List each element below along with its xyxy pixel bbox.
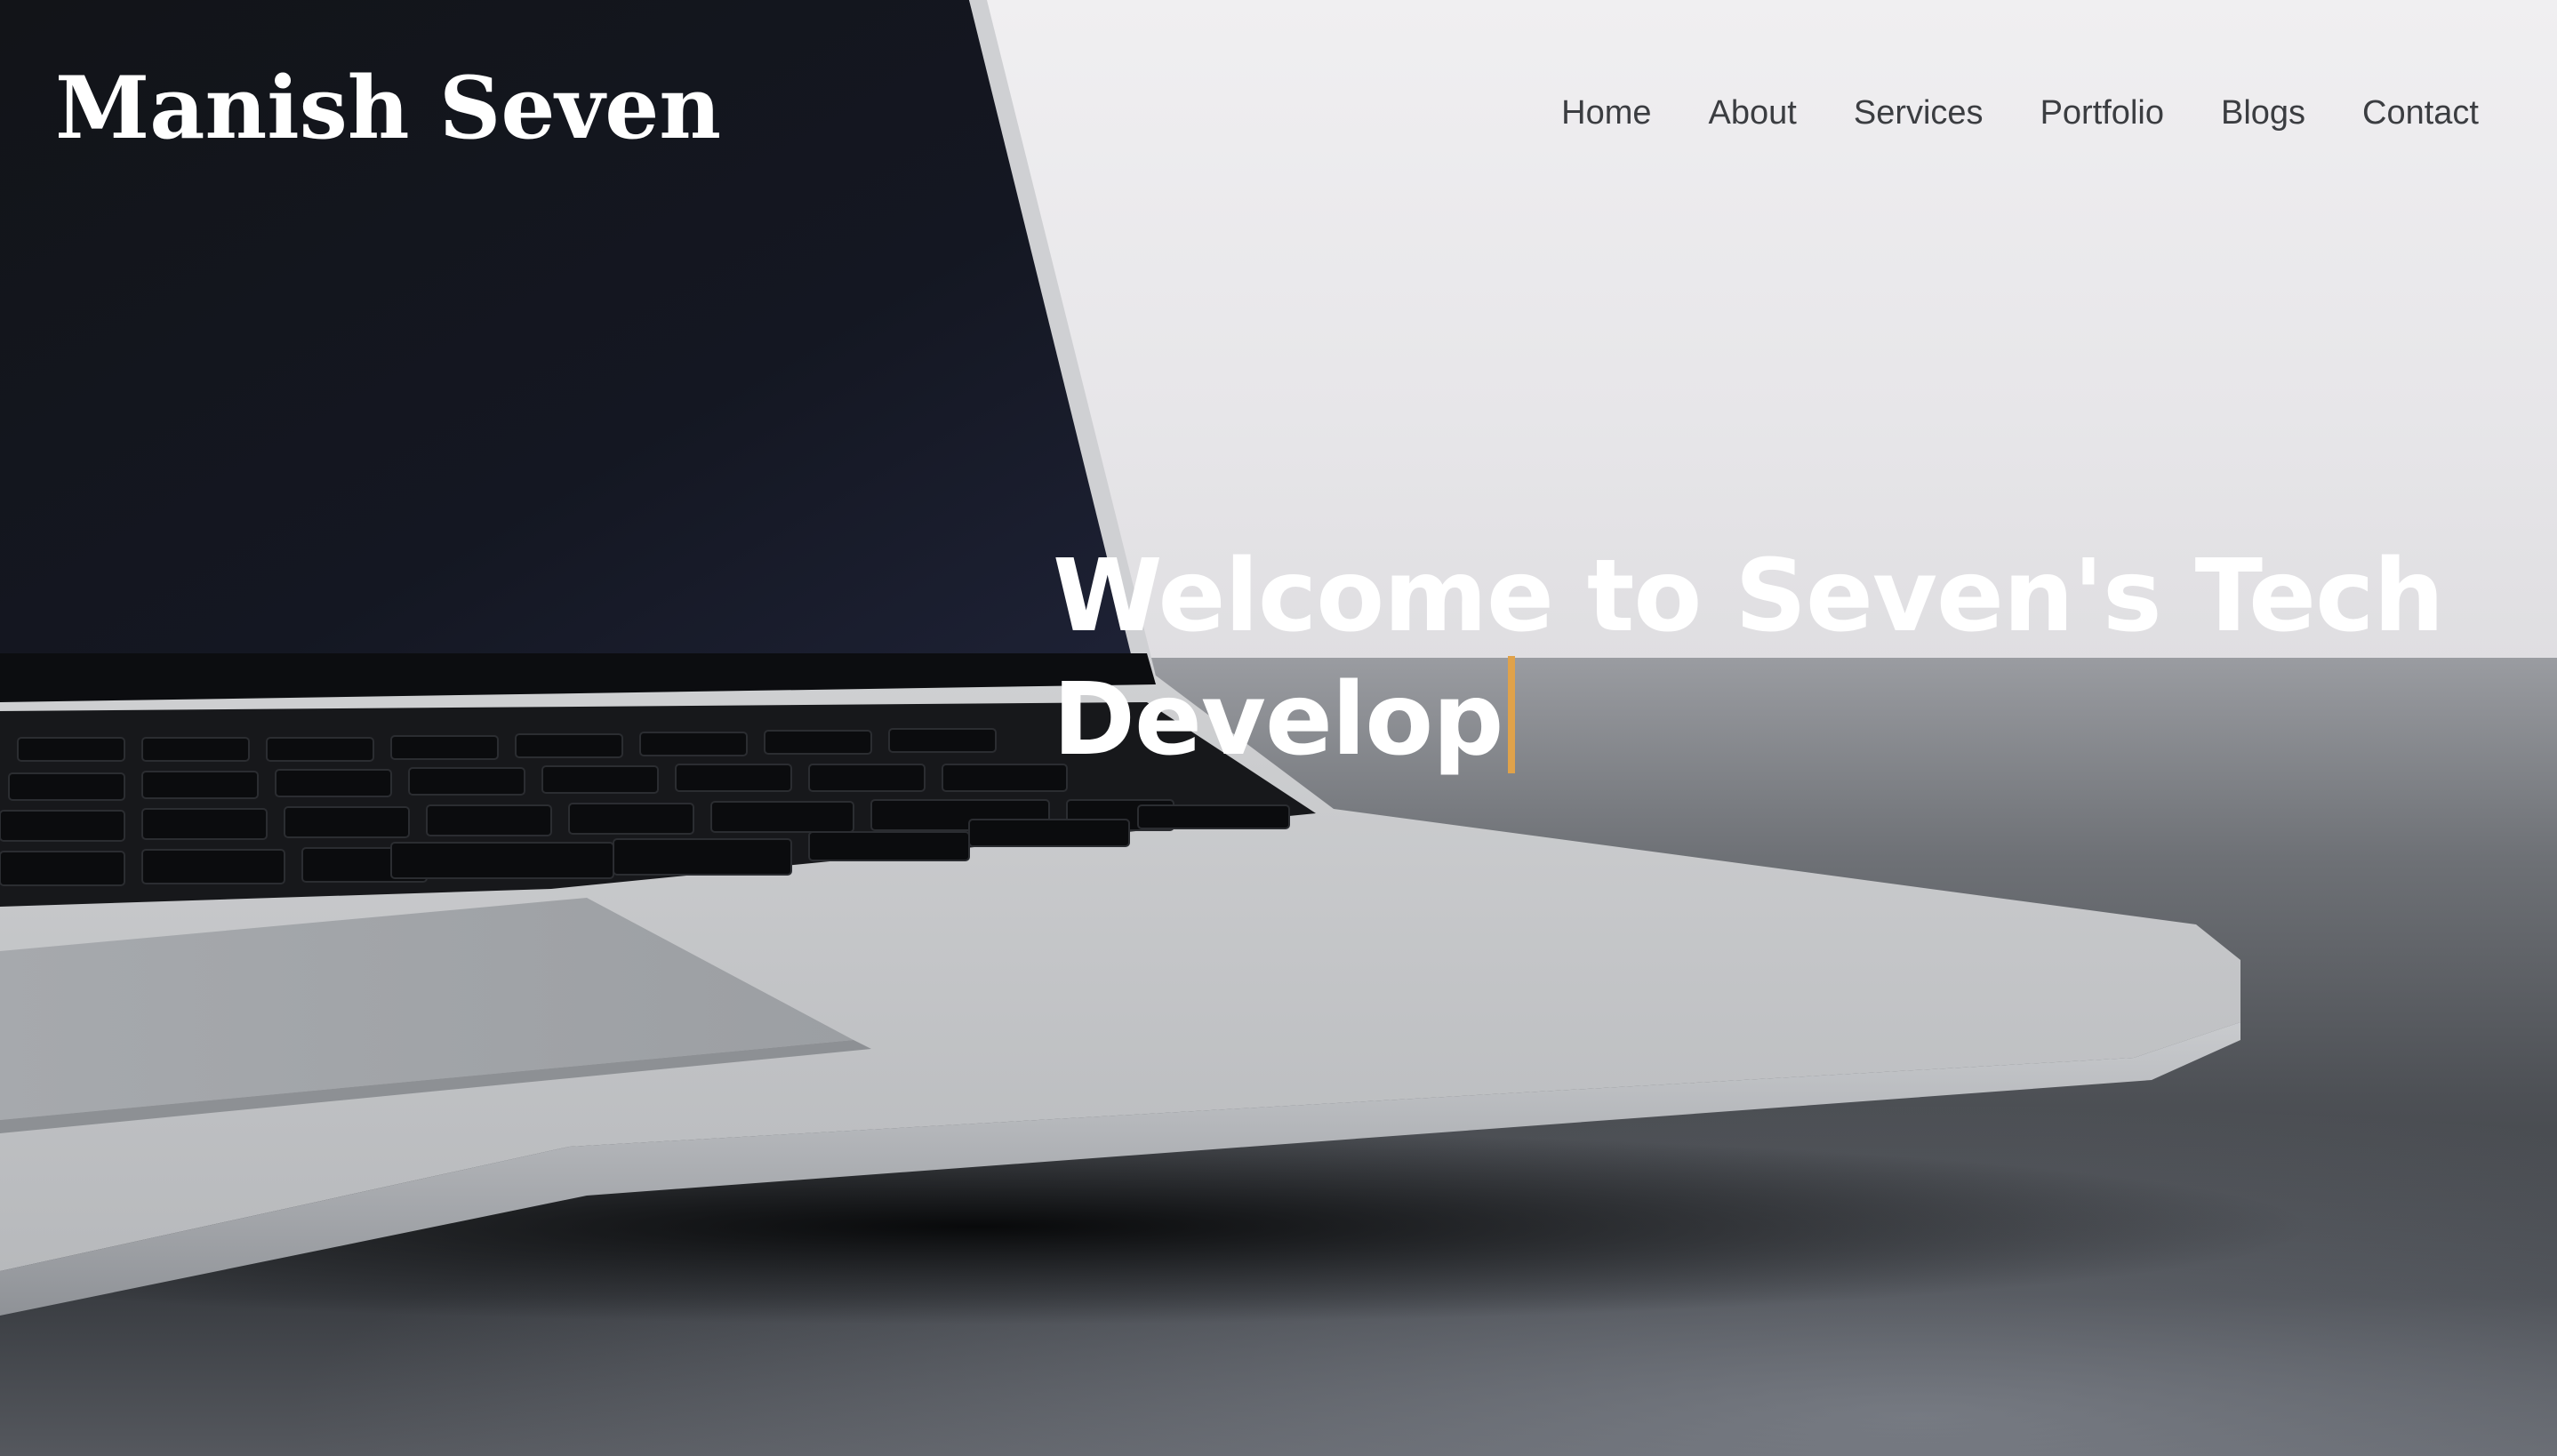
main-navigation: Home About Services Portfolio Blogs Cont… <box>1561 96 2479 130</box>
hero-headline-line-2: Develop <box>1053 662 1503 778</box>
brand-logo-text[interactable]: Manish Seven <box>55 66 721 151</box>
site-header: Manish Seven Home About Services Portfol… <box>0 0 2557 231</box>
nav-item-contact[interactable]: Contact <box>2362 96 2479 130</box>
nav-item-services[interactable]: Services <box>1854 96 1984 130</box>
nav-item-home[interactable]: Home <box>1561 96 1651 130</box>
hero-headline: Welcome to Seven's Tech Develop <box>1053 537 2493 780</box>
nav-item-portfolio[interactable]: Portfolio <box>2040 96 2164 130</box>
hero-headline-line-2-wrapper: Develop <box>1053 656 2493 780</box>
nav-item-blogs[interactable]: Blogs <box>2221 96 2305 130</box>
typing-cursor <box>1508 656 1516 773</box>
hero-headline-line-1: Welcome to Seven's Tech <box>1053 539 2444 654</box>
nav-item-about[interactable]: About <box>1709 96 1797 130</box>
